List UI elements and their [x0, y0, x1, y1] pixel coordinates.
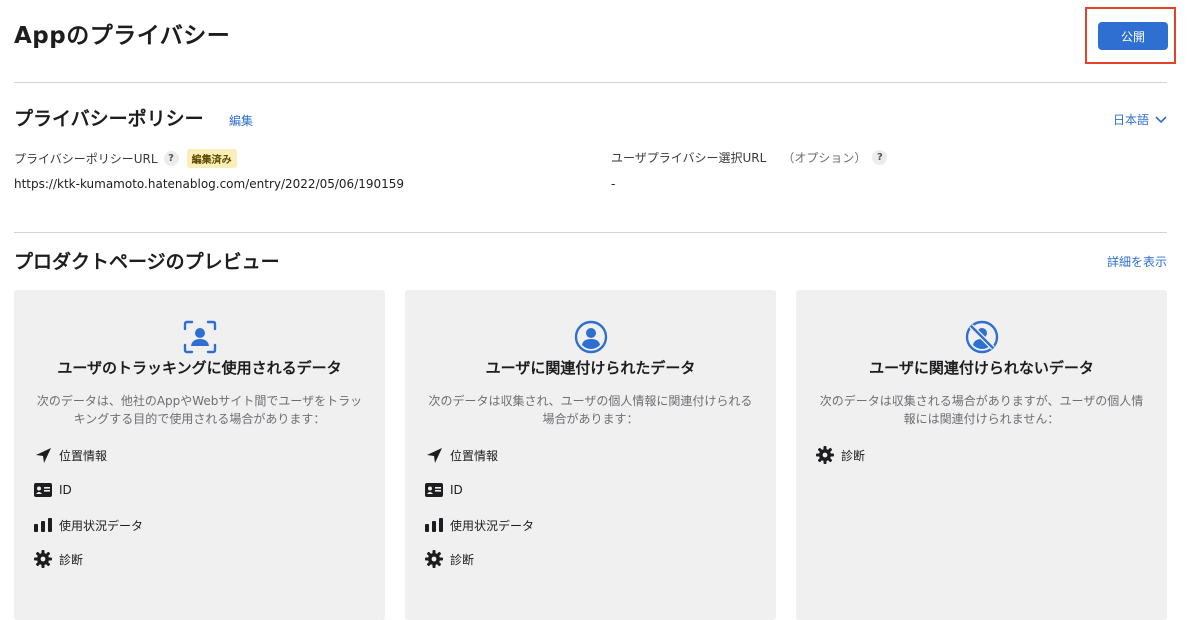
help-icon[interactable]: ?	[163, 151, 179, 166]
choice-url-label-row: ユーザプライバシー選択URL （オプション） ?	[611, 149, 888, 166]
card-title: ユーザに関連付けられないデータ	[869, 359, 1094, 377]
data-item-diagnostics: 診断	[34, 550, 83, 568]
item-label: ID	[59, 483, 72, 497]
item-label: 使用状況データ	[450, 518, 535, 533]
bar-chart-icon	[34, 518, 52, 532]
item-label: 診断	[450, 552, 475, 567]
location-arrow-icon	[35, 447, 51, 463]
show-details-link[interactable]: 詳細を表示	[1107, 253, 1167, 270]
publish-button-highlight: 公開	[1085, 7, 1176, 64]
chevron-down-icon	[1155, 115, 1167, 123]
linked-data-card: ユーザに関連付けられたデータ 次のデータは収集され、ユーザの個人情報に関連付けら…	[405, 290, 776, 620]
publish-button[interactable]: 公開	[1098, 22, 1168, 50]
section-divider	[14, 232, 1167, 233]
edited-badge: 編集済み	[186, 149, 237, 168]
data-item-location: 位置情報	[425, 446, 498, 464]
choice-url-label: ユーザプライバシー選択URL	[611, 151, 767, 165]
gear-icon	[425, 550, 443, 568]
page-title: Appのプライバシー	[14, 23, 231, 49]
data-item-diagnostics: 診断	[816, 446, 865, 464]
header-divider	[14, 82, 1167, 83]
policy-url-label-row: プライバシーポリシーURL ? 編集済み	[14, 149, 237, 168]
preview-title: プロダクトページのプレビュー	[14, 251, 280, 273]
data-item-id: ID	[425, 481, 463, 499]
data-item-id: ID	[34, 481, 72, 499]
help-icon[interactable]: ?	[872, 150, 888, 165]
item-label: 診断	[841, 448, 866, 463]
language-select[interactable]: 日本語	[1113, 111, 1167, 128]
id-card-icon	[425, 483, 443, 497]
card-description: 次のデータは収集される場合がありますが、ユーザの個人情報には関連付けられません：	[819, 394, 1144, 426]
choice-url-optional: （オプション）	[782, 151, 867, 165]
policy-url-label: プライバシーポリシーURL	[14, 152, 158, 166]
id-card-icon	[34, 483, 52, 497]
user-slash-icon	[965, 320, 998, 354]
card-title: ユーザに関連付けられたデータ	[485, 359, 696, 377]
card-description: 次のデータは収集され、ユーザの個人情報に関連付けられる場合があります：	[428, 394, 753, 426]
item-label: 位置情報	[59, 448, 108, 463]
bar-chart-icon	[425, 518, 443, 532]
gear-icon	[816, 446, 834, 464]
data-item-location: 位置情報	[34, 446, 107, 464]
tracking-data-card: ユーザのトラッキングに使用されるデータ 次のデータは、他社のAppやWebサイト…	[14, 290, 385, 620]
data-item-usage: 使用状況データ	[425, 516, 534, 534]
choice-url-value: -	[611, 177, 616, 191]
language-label: 日本語	[1112, 113, 1149, 127]
item-label: 位置情報	[450, 448, 499, 463]
gear-icon	[34, 550, 52, 568]
unlinked-data-card: ユーザに関連付けられないデータ 次のデータは収集される場合がありますが、ユーザの…	[796, 290, 1167, 620]
user-tracking-icon	[183, 320, 216, 354]
item-label: ID	[450, 483, 463, 497]
card-title: ユーザのトラッキングに使用されるデータ	[57, 359, 342, 377]
location-arrow-icon	[426, 447, 442, 463]
privacy-policy-title: プライバシーポリシー	[14, 108, 204, 130]
card-description: 次のデータは、他社のAppやWebサイト間でユーザをトラッキングする目的で使用さ…	[36, 394, 363, 426]
item-label: 使用状況データ	[59, 518, 144, 533]
policy-url-value: https://ktk-kumamoto.hatenablog.com/entr…	[14, 177, 405, 191]
edit-link[interactable]: 編集	[229, 112, 253, 129]
data-item-diagnostics: 診断	[425, 550, 474, 568]
user-circle-icon	[574, 320, 607, 354]
data-item-usage: 使用状況データ	[34, 516, 143, 534]
item-label: 診断	[59, 552, 84, 567]
